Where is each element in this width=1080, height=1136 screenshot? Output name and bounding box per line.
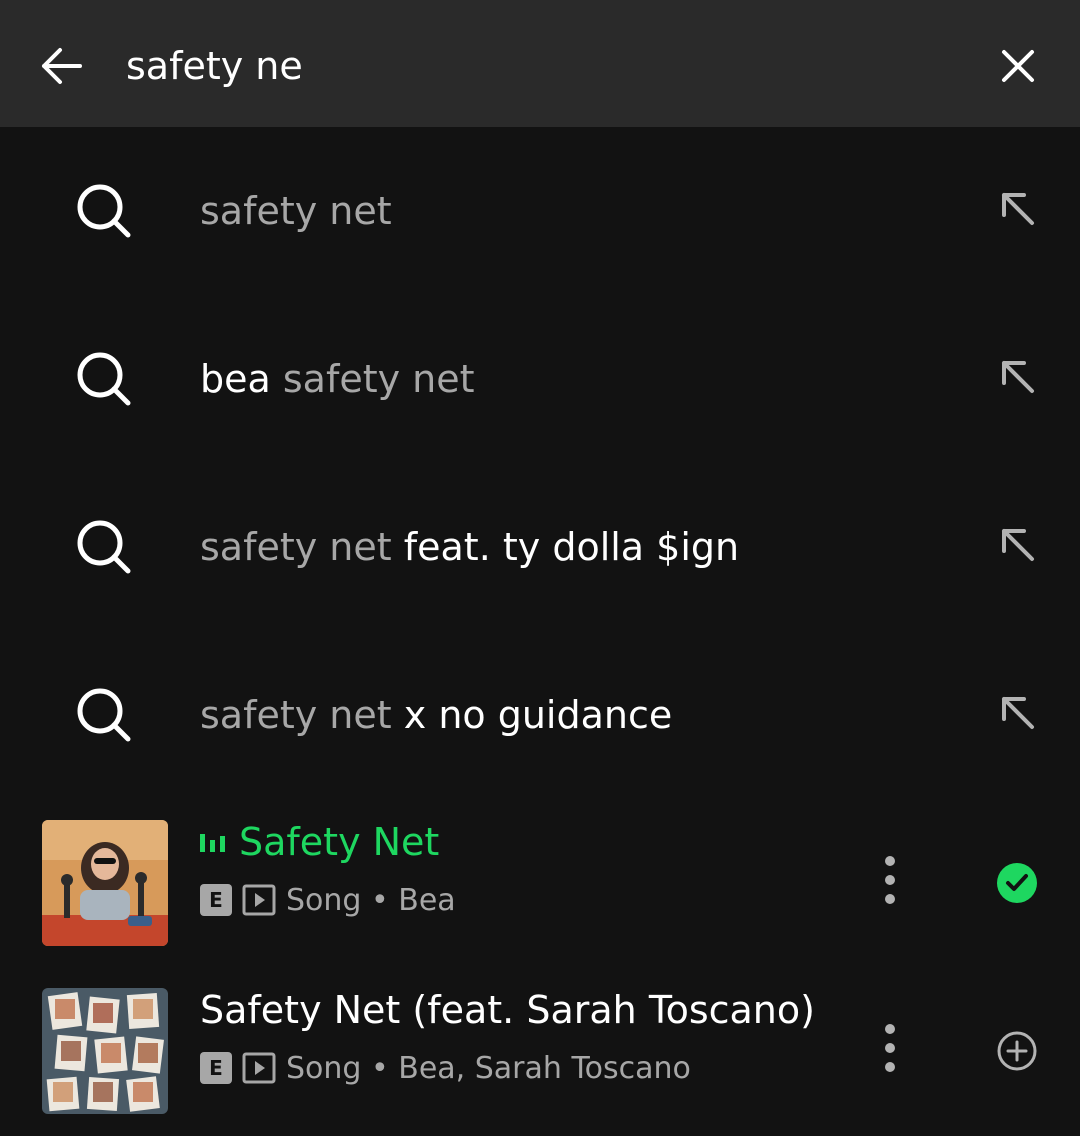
suggestion-match: safety net: [200, 525, 392, 569]
track-artists: Bea: [398, 882, 456, 918]
equalizer-icon: [200, 832, 225, 852]
track-artists: Bea, Sarah Toscano: [398, 1050, 691, 1086]
fill-query-button[interactable]: [988, 515, 1048, 575]
arrow-up-left-icon: [1002, 697, 1034, 729]
arrow-up-left-icon: [1002, 193, 1034, 225]
search-input[interactable]: [126, 38, 926, 94]
search-bar: [0, 0, 1080, 127]
suggestion-match: safety net: [200, 693, 392, 737]
search-icon: [77, 688, 131, 742]
saved-button[interactable]: [986, 852, 1048, 914]
track-type: Song: [286, 882, 362, 918]
search-icon: [77, 352, 131, 406]
arrow-left-icon: [42, 48, 82, 84]
track-subtitle: E Song • Bea, Sarah Toscano: [200, 1046, 691, 1090]
search-icon: [77, 184, 131, 238]
suggestion-text: safety net feat. ty dolla $ign: [200, 519, 739, 575]
album-art: [42, 988, 168, 1114]
video-icon: [242, 1052, 276, 1084]
track-row[interactable]: Safety Net E Song • Bea: [0, 800, 1080, 968]
track-title: Safety Net: [200, 814, 439, 870]
fill-query-button[interactable]: [988, 347, 1048, 407]
suggestion-text: safety net x no guidance: [200, 687, 672, 743]
back-button[interactable]: [30, 34, 94, 98]
suggestion-text: bea safety net: [200, 351, 475, 407]
search-suggestion[interactable]: safety net: [0, 127, 1080, 295]
arrow-up-left-icon: [1002, 361, 1034, 393]
video-icon: [242, 884, 276, 916]
track-subtitle: E Song • Bea: [200, 878, 456, 922]
search-suggestion[interactable]: safety net feat. ty dolla $ign: [0, 463, 1080, 631]
track-title-text: Safety Net: [239, 820, 440, 864]
clear-search-button[interactable]: [986, 34, 1050, 98]
suggestion-suffix: x no guidance: [391, 693, 673, 737]
track-type: Song: [286, 1050, 362, 1086]
close-icon: [1002, 50, 1034, 82]
subtitle-separator: •: [361, 882, 399, 918]
album-art: [42, 820, 168, 946]
track-row[interactable]: Safety Net (feat. Sarah Toscano) E Song …: [0, 968, 1080, 1136]
add-to-library-button[interactable]: [986, 1020, 1048, 1082]
suggestion-text: safety net: [200, 183, 392, 239]
fill-query-button[interactable]: [988, 179, 1048, 239]
more-vertical-icon: [885, 1024, 895, 1072]
explicit-badge: E: [200, 1052, 232, 1084]
suggestion-suffix: feat. ty dolla $ign: [391, 525, 740, 569]
search-icon: [77, 520, 131, 574]
track-title: Safety Net (feat. Sarah Toscano): [200, 982, 815, 1038]
check-circle-icon: [997, 863, 1037, 903]
suggestion-prefix: bea: [200, 357, 283, 401]
subtitle-separator: •: [361, 1050, 399, 1086]
more-options-button[interactable]: [860, 998, 920, 1098]
plus-circle-icon: [997, 1031, 1037, 1071]
suggestion-match: safety net: [282, 357, 475, 401]
more-vertical-icon: [885, 856, 895, 904]
arrow-up-left-icon: [1002, 529, 1034, 561]
search-suggestion[interactable]: safety net x no guidance: [0, 631, 1080, 799]
explicit-badge: E: [200, 884, 232, 916]
suggestion-match: safety net: [200, 189, 392, 233]
search-suggestion[interactable]: bea safety net: [0, 295, 1080, 463]
fill-query-button[interactable]: [988, 683, 1048, 743]
track-title-text: Safety Net (feat. Sarah Toscano): [200, 988, 815, 1032]
more-options-button[interactable]: [860, 830, 920, 930]
